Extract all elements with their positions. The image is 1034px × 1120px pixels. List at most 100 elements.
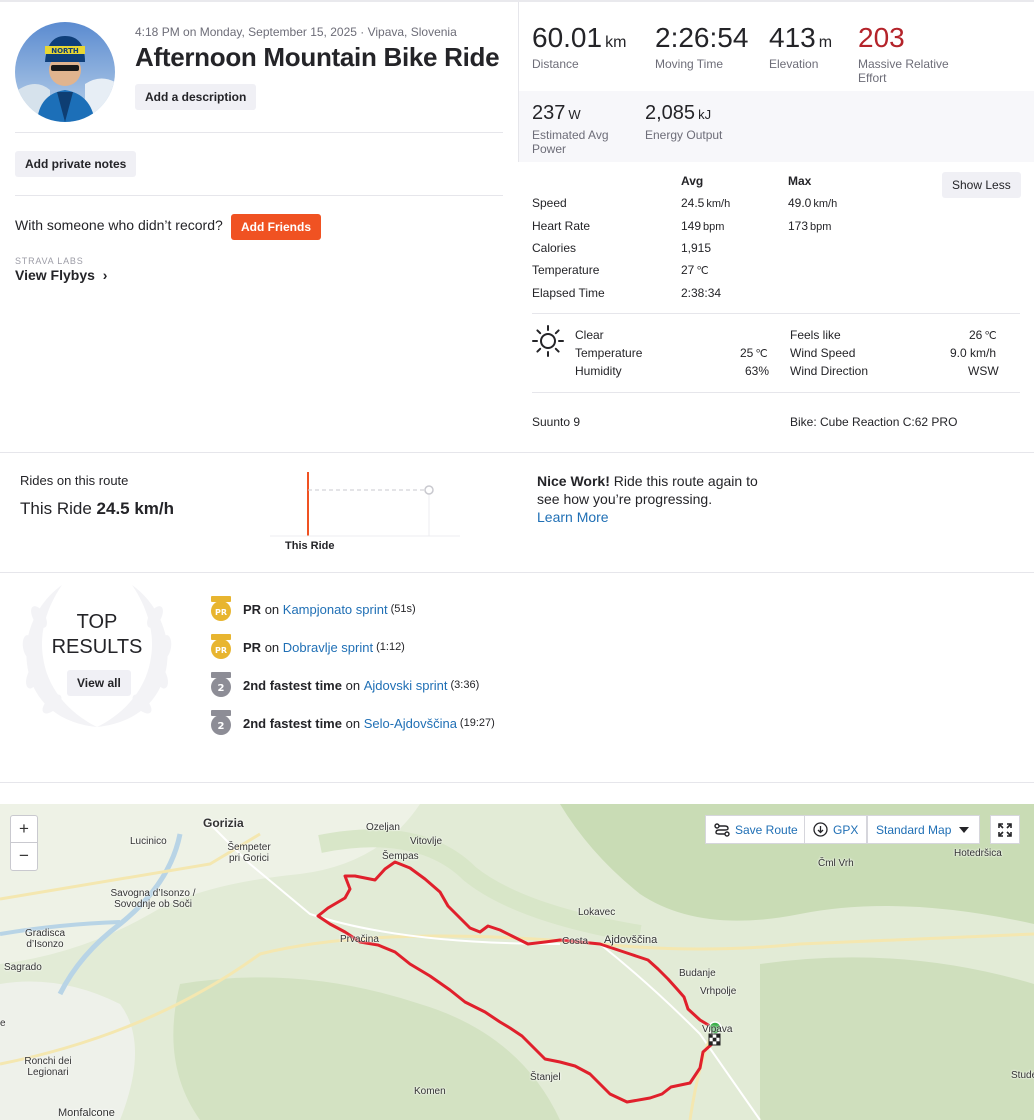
relative-effort-value: 203 xyxy=(858,22,905,53)
chevron-right-icon: › xyxy=(102,267,108,283)
map-label: Gorizia xyxy=(203,816,244,830)
view-flybys-link[interactable]: View Flybys › xyxy=(15,267,107,283)
route-icon xyxy=(714,822,730,837)
add-private-notes-button[interactable]: Add private notes xyxy=(15,151,137,177)
gpx-button[interactable]: GPX xyxy=(804,815,868,844)
top-results-line2: RESULTS xyxy=(51,636,143,658)
rides-on-route-title: Rides on this route xyxy=(20,473,129,488)
segment-link[interactable]: Kampjonato sprint xyxy=(283,602,388,617)
gpx-label: GPX xyxy=(833,822,859,837)
rank-badge-text: 2 xyxy=(218,683,225,694)
detail-row-label: Elapsed Time xyxy=(532,286,605,300)
segment-time: (1:12) xyxy=(376,641,405,653)
max-header: Max xyxy=(788,174,812,188)
pr-medal-icon: PR xyxy=(211,634,231,659)
relative-effort-label: Massive Relative Effort xyxy=(858,57,949,85)
power-value: 237 xyxy=(532,102,566,124)
achievement-item: PR PR on Kampjonato sprint (51s) xyxy=(209,596,416,622)
detail-row-max: 173 bpm xyxy=(788,219,831,233)
wind-speed-label: Wind Speed xyxy=(790,346,856,360)
rank-medal-icon: 2 xyxy=(211,672,231,697)
map-label: Budanje xyxy=(679,968,716,979)
temp-avg: 27 xyxy=(681,263,695,277)
achievement-type: PR xyxy=(243,639,262,655)
add-description-button[interactable]: Add a description xyxy=(135,84,257,110)
achievement-type: PR xyxy=(243,601,262,617)
weather-temperature-value: 25 ℃ xyxy=(740,346,768,360)
strava-labs-label: STRAVA LABS xyxy=(15,256,84,266)
map-label: Gradisca d’Isonzo xyxy=(24,928,65,950)
learn-more-link[interactable]: Learn More xyxy=(537,509,609,525)
zoom-control: + − xyxy=(10,815,38,871)
stat-relative-effort[interactable]: 203 Massive Relative Effort xyxy=(858,22,968,85)
speed-avg-unit: km/h xyxy=(706,198,731,210)
map-label: Vitovlje xyxy=(410,836,443,847)
fullscreen-button[interactable] xyxy=(990,815,1020,844)
hr-max-unit: bpm xyxy=(810,221,832,233)
add-friends-button[interactable]: Add Friends xyxy=(231,214,322,240)
divider xyxy=(15,132,503,133)
expand-icon xyxy=(998,822,1012,837)
zoom-out-button[interactable]: − xyxy=(11,843,37,870)
divider xyxy=(532,313,1020,314)
map-label: Stude xyxy=(1011,1070,1034,1081)
power-label: Estimated Avg Power xyxy=(532,128,609,156)
energy-unit: kJ xyxy=(698,107,712,122)
segment-link[interactable]: Dobravlje sprint xyxy=(283,640,373,655)
map-label: Čml Vrh xyxy=(818,858,854,869)
detail-row-label: Speed xyxy=(532,196,567,210)
energy-label: Energy Output xyxy=(645,128,723,142)
map-label: Vrhpolje xyxy=(700,986,737,997)
map-label: Savogna d’Isonzo / Sovodnje ob Soči xyxy=(110,888,196,910)
device-name: Suunto 9 xyxy=(532,415,581,429)
segment-link[interactable]: Selo-Ajdovščina xyxy=(364,716,457,731)
feels-like-value: 26 ℃ xyxy=(969,328,997,342)
map-label: Hotedršica xyxy=(954,848,1002,859)
divider xyxy=(15,195,503,196)
detail-row-label: Calories xyxy=(532,241,577,255)
with-someone-text: With someone who didn’t record? xyxy=(15,217,223,233)
map-label: Ajdovščina xyxy=(604,934,658,946)
map-label: Šempas xyxy=(382,851,419,862)
rank-badge-text: 2 xyxy=(218,721,225,732)
segment-time: (19:27) xyxy=(459,717,495,729)
elevation-label: Elevation xyxy=(769,57,819,71)
weather-humidity-label: Humidity xyxy=(575,364,622,378)
map-style-dropdown[interactable]: Standard Map xyxy=(867,815,981,844)
segment-link[interactable]: Ajdovski sprint xyxy=(364,678,448,693)
bike-name[interactable]: Bike: Cube Reaction C:62 PRO xyxy=(790,415,957,429)
save-route-label: Save Route xyxy=(735,822,798,837)
speed-max: 49.0 xyxy=(788,196,812,210)
map-label: Monfalcone xyxy=(58,1107,115,1119)
rank-medal-icon: 2 xyxy=(211,710,231,735)
weather-temp-unit: ℃ xyxy=(755,348,768,360)
hr-avg: 149 xyxy=(681,219,702,233)
top-border xyxy=(0,0,1034,2)
this-ride-prefix: This Ride xyxy=(20,499,92,518)
weather-temp: 25 xyxy=(740,346,754,360)
athlete-avatar[interactable]: NORTH xyxy=(15,22,115,122)
map-label: Šempeter pri Gorici xyxy=(227,842,271,864)
weather-humidity-value: 63% xyxy=(745,364,770,378)
show-less-button[interactable]: Show Less xyxy=(942,172,1021,198)
speed-avg: 24.5 xyxy=(681,196,705,210)
elapsed-avg: 2:38:34 xyxy=(681,286,722,300)
achievement-item: 2 2nd fastest time on Selo-Ajdovščina (19… xyxy=(209,710,495,736)
distance-value: 60.01 xyxy=(532,22,603,53)
view-all-button[interactable]: View all xyxy=(67,670,131,696)
detail-row-avg: 149 bpm xyxy=(681,219,724,233)
nice-work-bold: Nice Work! xyxy=(537,473,610,489)
segment-time: (3:36) xyxy=(450,679,480,691)
map-label: Lokavec xyxy=(578,907,616,918)
svg-text:NORTH: NORTH xyxy=(51,47,79,55)
hr-avg-unit: bpm xyxy=(703,221,725,233)
map-label: Vipava xyxy=(702,1024,733,1035)
wind-speed-value: 9.0 km/h xyxy=(950,346,997,360)
detail-row-avg: 27 ℃ xyxy=(681,263,709,277)
route-map[interactable] xyxy=(0,804,1034,1120)
save-route-button[interactable]: Save Route xyxy=(705,815,807,844)
stat-distance: 60.01 km Distance xyxy=(532,22,626,71)
wind-direction-label: Wind Direction xyxy=(790,364,869,378)
moving-time-label: Moving Time xyxy=(655,57,724,71)
zoom-in-button[interactable]: + xyxy=(11,816,37,843)
